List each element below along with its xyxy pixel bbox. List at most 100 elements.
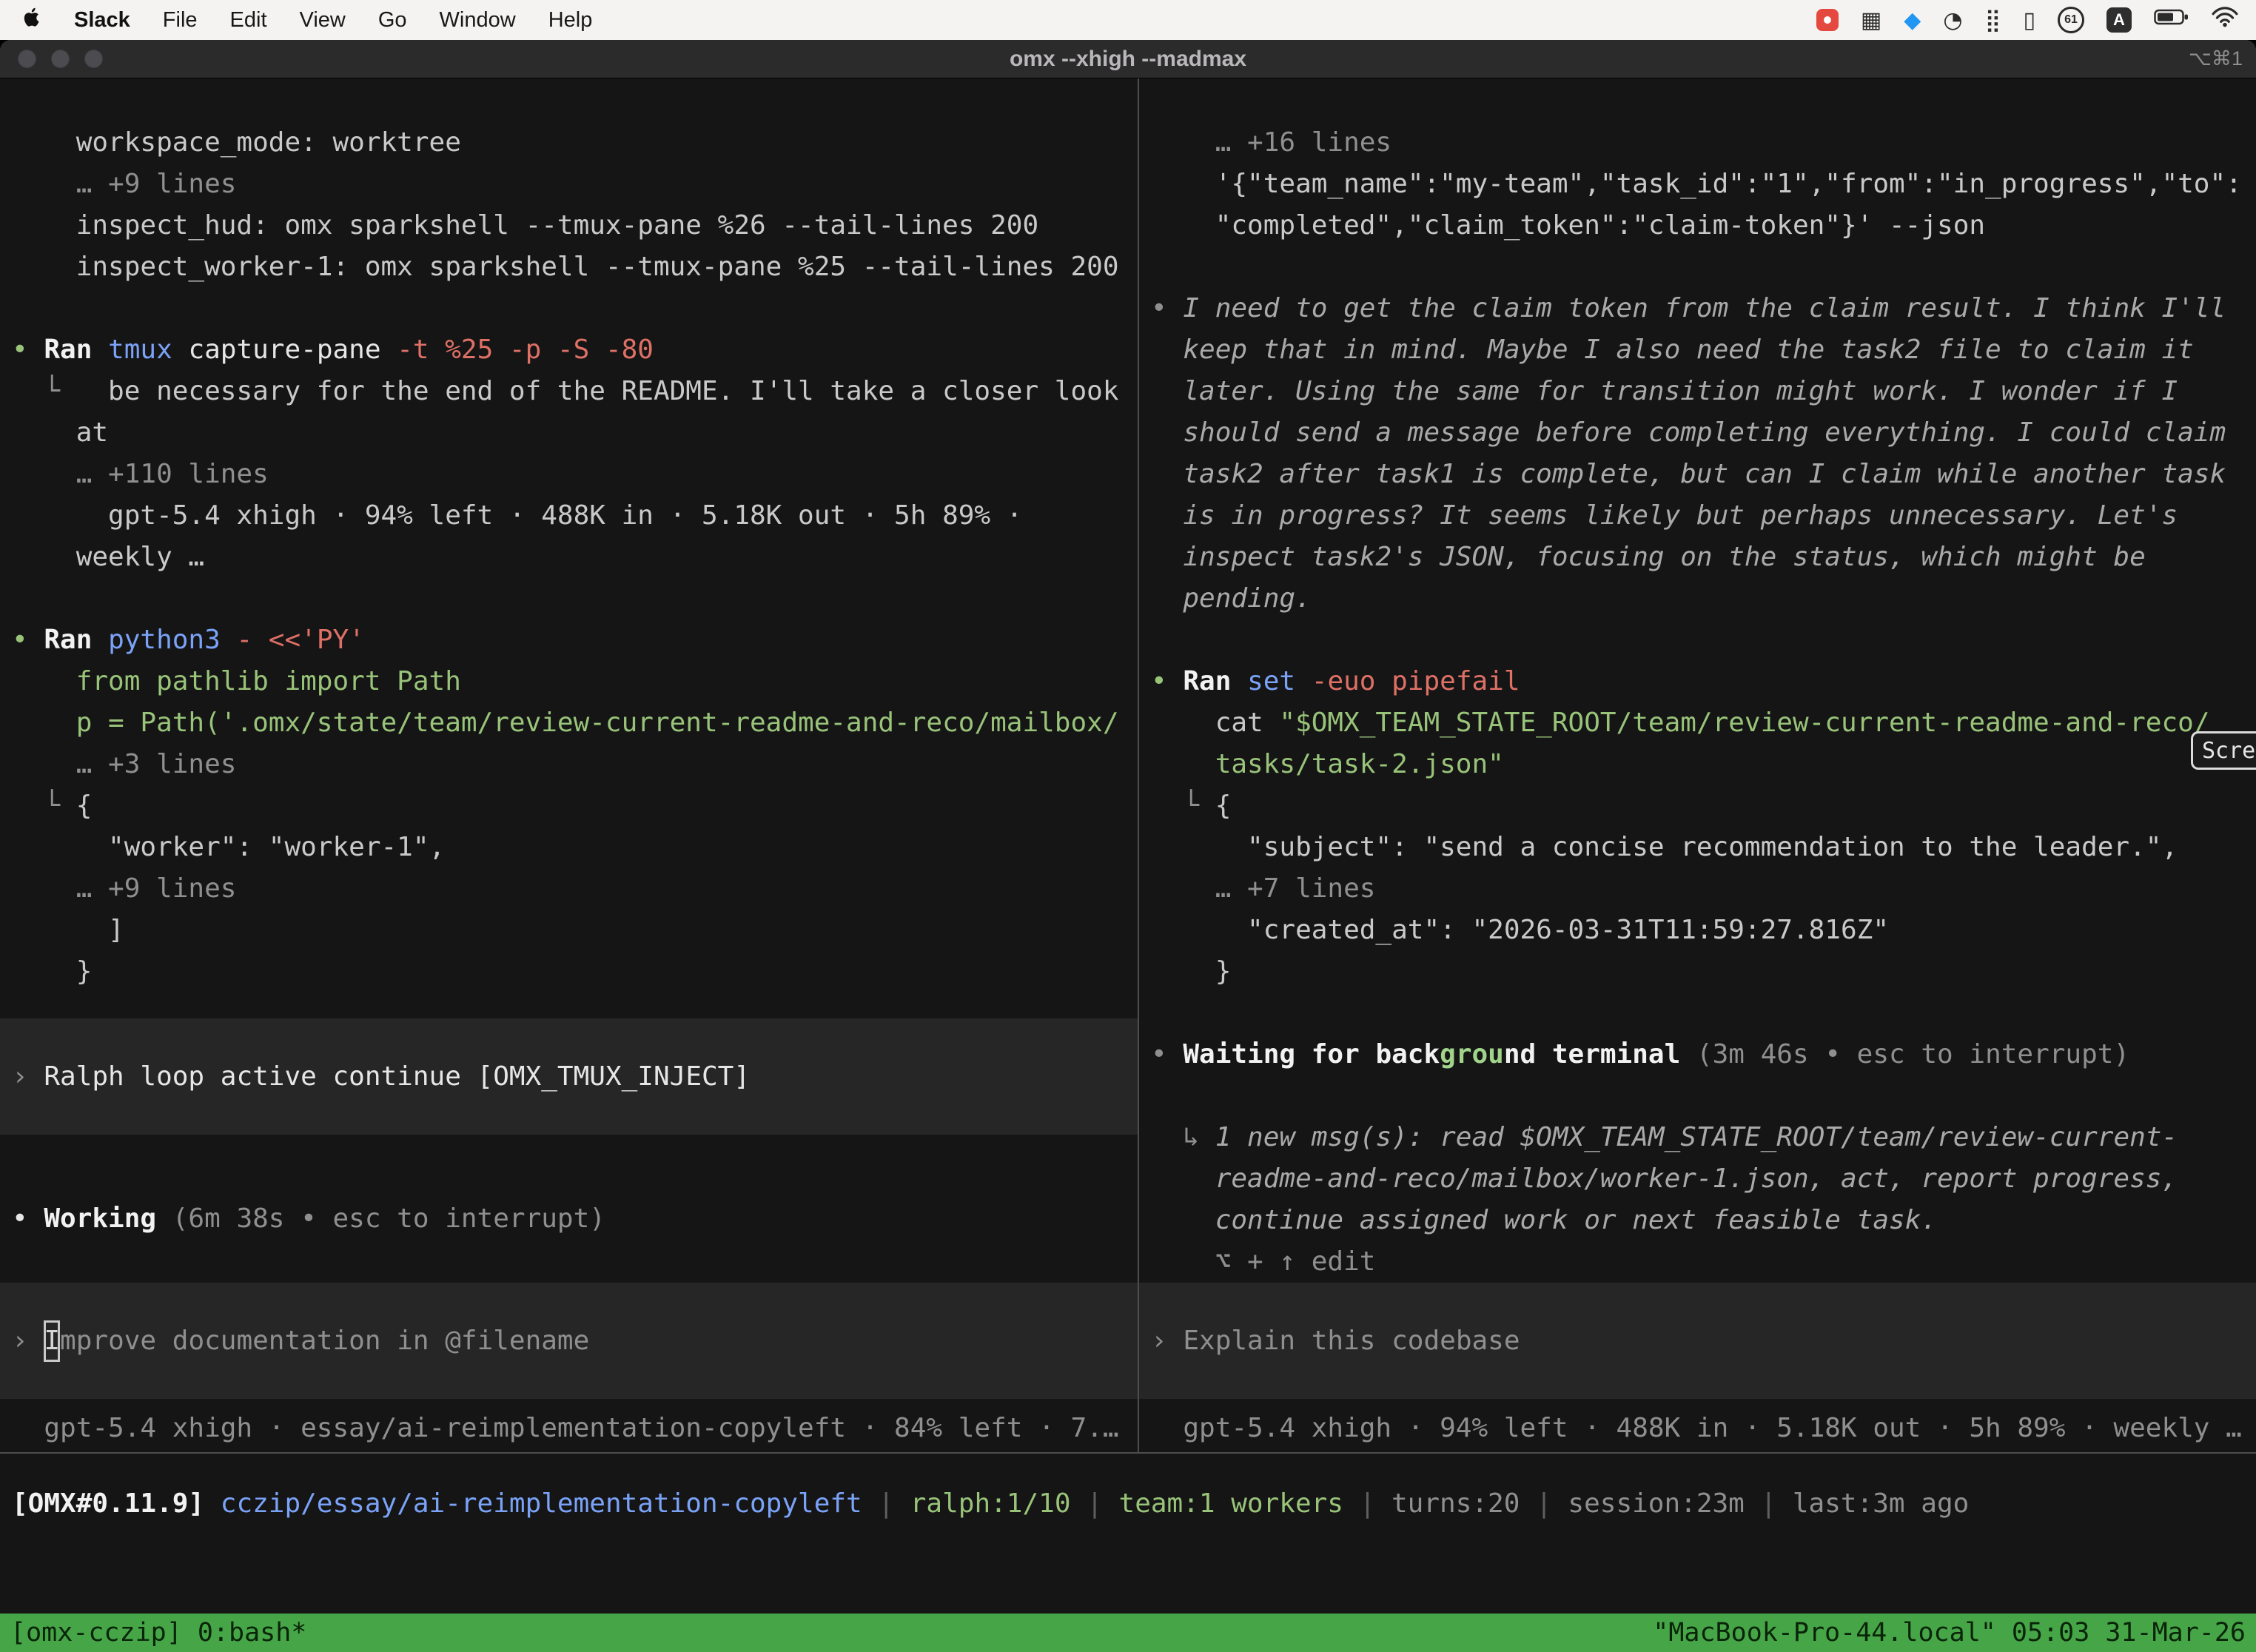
text-segment: › — [12, 1056, 44, 1098]
omx-status-line: [OMX#0.11.9] cczip/essay/ai-reimplementa… — [0, 1454, 2256, 1525]
text-segment: should send a message before completing … — [1151, 417, 2226, 448]
tmux-pane-left[interactable]: workspace_mode: worktree … +9 lines insp… — [0, 78, 1138, 1452]
terminal-content: workspace_mode: worktree … +9 lines insp… — [0, 78, 2256, 1452]
terminal-line: gpt-5.4 xhigh · essay/ai-reimplementatio… — [12, 1408, 1138, 1449]
terminal-line: gpt-5.4 xhigh · 94% left · 488K in · 5.1… — [12, 495, 1138, 537]
menu-item-help[interactable]: Help — [548, 8, 593, 33]
terminal-line: from pathlib import Path — [12, 661, 1138, 702]
text-segment: (3m 46s • esc to interrupt) — [1696, 1039, 2129, 1070]
menu-item-window[interactable]: Window — [440, 8, 516, 33]
text-segment: capture-pane — [188, 335, 397, 365]
text-segment: Explain this codebase — [1183, 1320, 1520, 1362]
input-band[interactable]: › Ralph loop active continue [OMX_TMUX_I… — [0, 1018, 1138, 1135]
text-segment: inspect_worker-1: omx sparkshell --tmux-… — [12, 252, 1119, 282]
menu-item-go[interactable]: Go — [378, 8, 407, 33]
text-segment: pending. — [1151, 583, 1312, 614]
screen-record-indicator-icon[interactable] — [1816, 9, 1839, 31]
zoom-button[interactable] — [84, 50, 103, 68]
wifi-icon[interactable] — [2212, 7, 2238, 33]
text-segment: … +9 lines — [12, 873, 236, 904]
terminal-window: omx --xhigh --madmax ⌥⌘1 workspace_mode:… — [0, 40, 2256, 1652]
tmux-status-bar: [omx-cczip] 0:bash* "MacBook-Pro-44.loca… — [0, 1614, 2256, 1652]
window-titlebar[interactable]: omx --xhigh --madmax ⌥⌘1 — [0, 40, 2256, 78]
text-segment: - <<'PY' — [236, 625, 364, 655]
menu-item-edit[interactable]: Edit — [230, 8, 267, 33]
text-segment: last:3m ago — [1793, 1488, 1969, 1519]
text-segment: continue assigned work or next feasible … — [1151, 1205, 1937, 1235]
menu-item-file[interactable]: File — [163, 8, 198, 33]
text-segment: I — [44, 1320, 60, 1362]
battery-icon[interactable] — [2154, 7, 2189, 33]
tmux-pane-right[interactable]: … +16 lines '{"team_name":"my-team","tas… — [1139, 78, 2256, 1452]
dots-grid-icon[interactable]: ⣿ — [1985, 7, 2001, 33]
text-segment: › — [12, 1320, 44, 1362]
terminal-line: … +9 lines — [12, 868, 1138, 910]
menu-item-view[interactable]: View — [300, 8, 346, 33]
terminal-line: ] — [12, 910, 1138, 951]
text-segment: Waiting for back — [1183, 1039, 1440, 1070]
moon-circle-icon[interactable]: ◔ — [1943, 7, 1962, 33]
text-segment: p = Path('.omx/state/team/review-current… — [12, 708, 1119, 738]
tmux-pane-bottom[interactable]: [OMX#0.11.9] cczip/essay/ai-reimplementa… — [0, 1454, 2256, 1614]
text-segment: 1 new msg(s): read $OMX_TEAM_STATE_ROOT/… — [1215, 1122, 2178, 1152]
terminal-line: at — [12, 412, 1138, 454]
terminal-line: … +9 lines — [12, 164, 1138, 205]
terminal-line — [1151, 620, 2256, 661]
minimize-button[interactable] — [51, 50, 70, 68]
terminal-line: "worker": "worker-1", — [12, 827, 1138, 868]
text-segment: be necessary for the end of the README. … — [108, 376, 1118, 406]
text-segment: cat — [1151, 708, 1279, 738]
terminal-line: cat "$OMX_TEAM_STATE_ROOT/team/review-cu… — [1151, 702, 2256, 744]
battery-percent-badge[interactable]: 61 — [2058, 7, 2084, 33]
text-segment: } — [12, 956, 92, 987]
terminal-line: • Ran tmux capture-pane -t %25 -p -S -80 — [12, 329, 1138, 371]
input-band[interactable]: › Explain this codebase — [1139, 1283, 2256, 1399]
screen-popup: Scre — [2191, 731, 2256, 770]
window-title: omx --xhigh --madmax — [0, 47, 2256, 72]
text-segment: Ran — [44, 625, 108, 655]
pill-icon[interactable]: ▯ — [2023, 7, 2035, 33]
text-segment: "$OMX_TEAM_STATE_ROOT/team/review-curren… — [1279, 708, 2209, 738]
terminal-line: … +3 lines — [12, 744, 1138, 785]
text-segment: "completed","claim_token":"claim-token"}… — [1151, 210, 1985, 241]
text-segment: { — [76, 790, 93, 821]
text-segment: Working — [44, 1203, 172, 1234]
terminal-line: ⌥ + ↑ edit — [1151, 1241, 2256, 1283]
text-segment: … +7 lines — [1151, 873, 1375, 904]
text-segment: "worker": "worker-1", — [12, 832, 445, 862]
text-segment: workspace_mode: worktree — [12, 127, 461, 158]
text-segment: readme-and-reco/mailbox/worker-1.json, a… — [1151, 1164, 2178, 1194]
apple-menu[interactable] — [22, 6, 41, 35]
terminal-line: pending. — [1151, 578, 2256, 620]
terminal-line: workspace_mode: worktree — [12, 122, 1138, 164]
grid-icon[interactable]: ▦ — [1861, 7, 1881, 33]
text-segment: └ — [12, 790, 76, 821]
screen-popup-label: Scre — [2202, 738, 2255, 764]
input-source-icon[interactable]: A — [2106, 7, 2132, 33]
text-segment: task2 after task1 is complete, but can I… — [1151, 459, 2226, 489]
text-segment: • — [12, 1203, 44, 1234]
terminal-line: • Ran set -euo pipefail — [1151, 661, 2256, 702]
terminal-line — [1151, 246, 2256, 288]
terminal-line: • I need to get the claim token from the… — [1151, 288, 2256, 329]
text-segment: at — [12, 417, 108, 448]
text-segment: from pathlib import Path — [12, 666, 461, 696]
close-button[interactable] — [18, 50, 36, 68]
input-band[interactable]: › Improve documentation in @filename — [0, 1283, 1138, 1399]
window-shortcut-hint: ⌥⌘1 — [2189, 47, 2243, 70]
terminal-line: • Ran python3 - <<'PY' — [12, 620, 1138, 661]
text-segment: Ran — [44, 335, 108, 365]
text-segment: is in progress? It seems likely but perh… — [1151, 500, 2178, 531]
terminal-line — [1151, 1075, 2256, 1117]
text-segment: … +3 lines — [12, 749, 236, 779]
text-segment: Ralph loop active continue [OMX_TMUX_INJ… — [44, 1056, 750, 1098]
tmux-session-window-label[interactable]: [omx-cczip] 0:bash* — [10, 1618, 306, 1648]
spark-blue-icon[interactable]: ◆ — [1904, 7, 1921, 33]
text-segment: • — [12, 335, 44, 365]
menu-items: File Edit View Go Window Help — [163, 8, 593, 33]
text-segment: … +16 lines — [1151, 127, 1391, 158]
menu-bar: Slack File Edit View Go Window Help ▦ ◆ ◔ ⣿ ▯… — [0, 0, 2256, 40]
active-app-menu[interactable]: Slack — [74, 8, 130, 33]
text-segment: gpt-5.4 xhigh · essay/ai-reimplementatio… — [12, 1413, 1119, 1443]
terminal-line: • Working (6m 38s • esc to interrupt) — [12, 1198, 1138, 1240]
